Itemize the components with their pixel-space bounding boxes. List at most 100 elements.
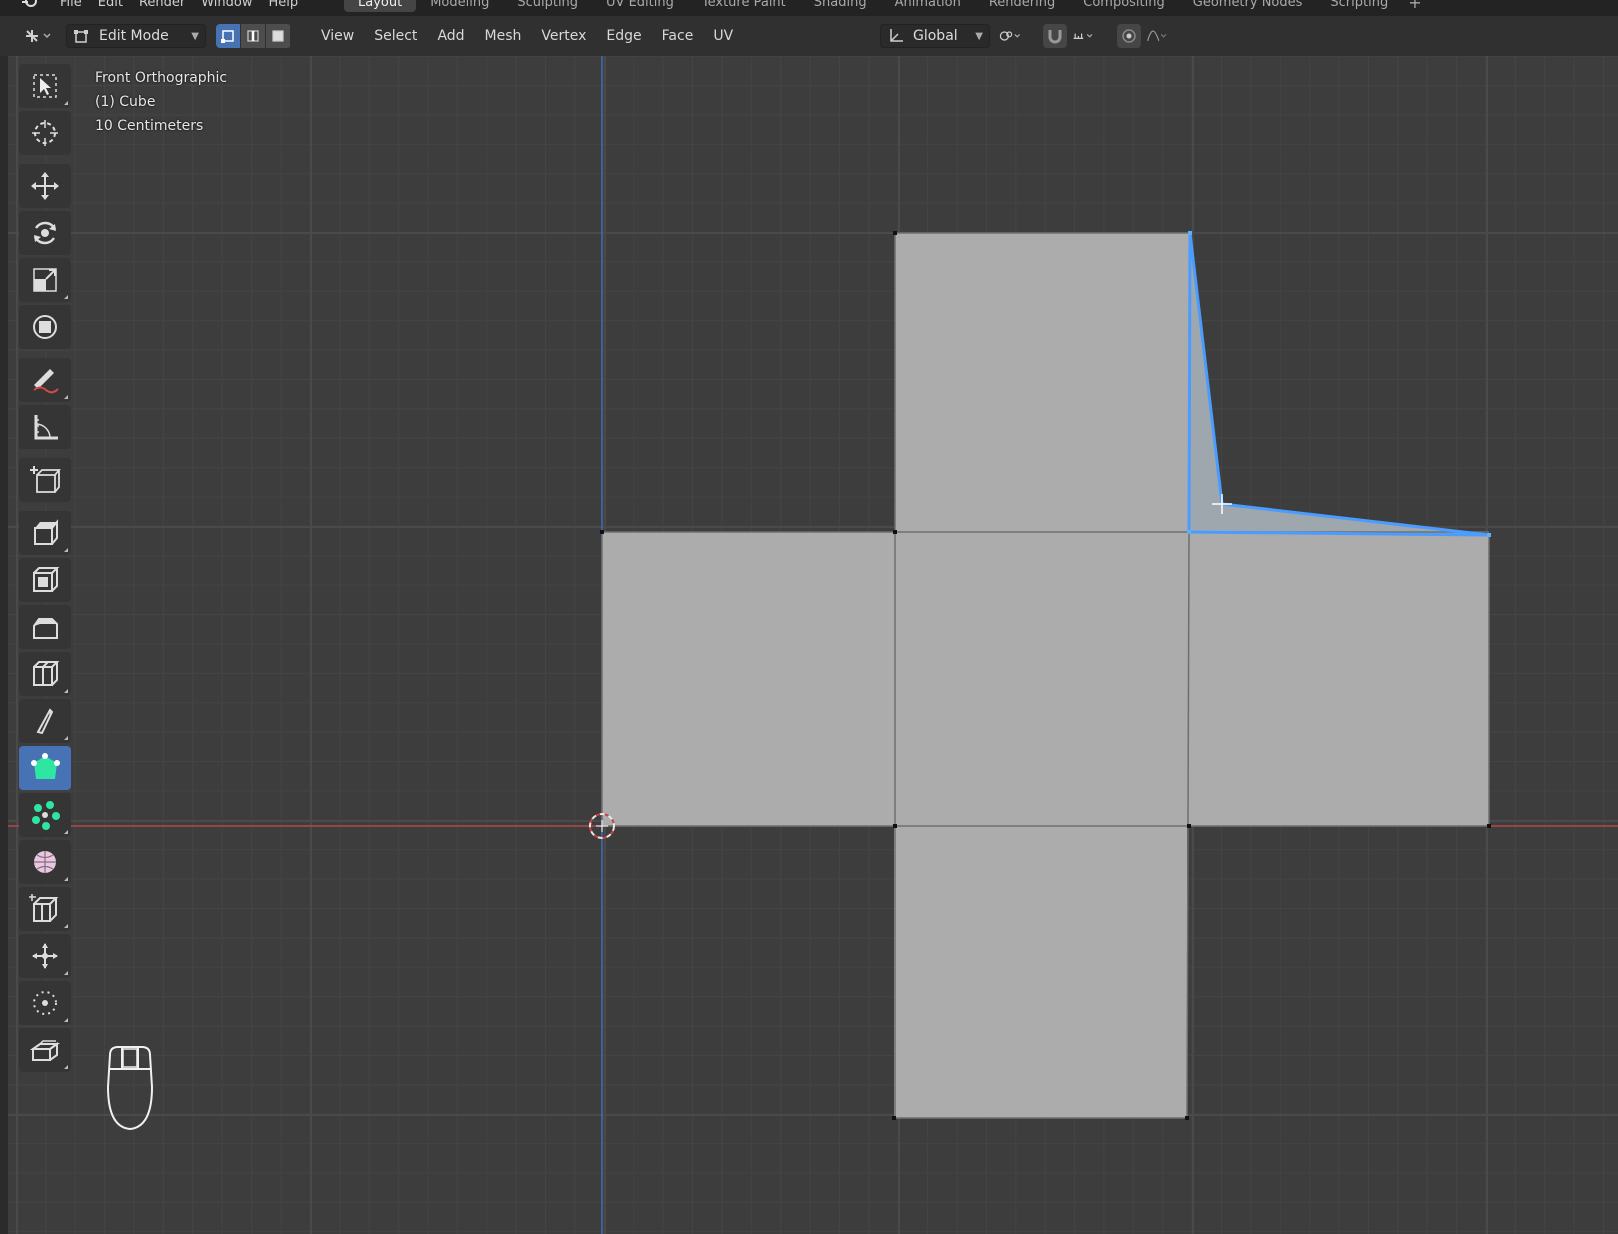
spin-tool[interactable] — [19, 793, 71, 837]
menu-add[interactable]: Add — [427, 28, 474, 44]
knife-icon — [36, 708, 54, 735]
snap-target-dropdown[interactable] — [1072, 24, 1096, 48]
tab-scripting[interactable]: Scripting — [1316, 0, 1402, 12]
face-select-button[interactable] — [266, 24, 290, 48]
mode-label: Edit Mode — [99, 28, 169, 44]
menu-edge[interactable]: Edge — [596, 28, 651, 44]
scale-icon — [33, 268, 57, 292]
edge-select-icon — [247, 30, 259, 42]
proportional-edit-toggle[interactable] — [1117, 24, 1141, 48]
select-box-tool[interactable] — [19, 64, 71, 108]
top-menu: File Edit Render Window Help — [0, 0, 314, 12]
blender-logo-icon[interactable] — [18, 0, 40, 12]
transform-orientation-dropdown[interactable]: Global ▼ — [880, 24, 990, 48]
snap-increment-icon — [1073, 33, 1093, 39]
annotate-tool[interactable] — [19, 358, 71, 402]
rotate-icon — [33, 221, 57, 245]
tab-texture-paint[interactable]: Texture Paint — [688, 0, 800, 12]
select-box-icon — [33, 74, 57, 98]
scale-tool[interactable] — [19, 258, 71, 302]
extrude-region-icon — [34, 519, 58, 545]
tab-geometry-nodes[interactable]: Geometry Nodes — [1179, 0, 1317, 12]
falloff-dropdown[interactable] — [1146, 24, 1170, 48]
shear-tool[interactable] — [19, 981, 71, 1025]
pivot-link-icon — [999, 31, 1021, 41]
menu-render[interactable]: Render — [139, 0, 201, 10]
tab-sculpting[interactable]: Sculpting — [503, 0, 592, 12]
poly-build-tool[interactable] — [19, 746, 71, 790]
poly-build-icon — [31, 753, 60, 779]
face-select-icon — [272, 30, 284, 42]
rotate-tool[interactable] — [19, 211, 71, 255]
tool-shelf — [18, 64, 72, 1075]
object-name: (1) Cube — [95, 94, 156, 110]
measure-tool[interactable] — [19, 405, 71, 449]
menu-edit[interactable]: Edit — [98, 0, 139, 10]
menu-view[interactable]: View — [311, 28, 364, 44]
tab-modeling[interactable]: Modeling — [416, 0, 503, 12]
transform-tool[interactable] — [19, 305, 71, 349]
knife-tool[interactable] — [19, 699, 71, 743]
mesh-face-top[interactable] — [895, 233, 1190, 534]
mode-dropdown[interactable]: Edit Mode ▼ — [66, 24, 206, 48]
edge-select-button[interactable] — [241, 24, 265, 48]
menu-help[interactable]: Help — [269, 0, 315, 10]
menu-uv[interactable]: UV — [703, 28, 743, 44]
chevron-down-icon: ▼ — [191, 30, 199, 42]
select-mode-group — [216, 24, 291, 48]
loop-cut-tool[interactable] — [19, 652, 71, 696]
shrink-fatten-tool[interactable] — [19, 934, 71, 978]
mesh-face-center[interactable] — [895, 532, 1189, 826]
editor-type-icon — [26, 30, 51, 42]
tab-compositing[interactable]: Compositing — [1069, 0, 1179, 12]
left-border — [0, 56, 8, 1234]
menu-face[interactable]: Face — [652, 28, 704, 44]
inset-faces-tool[interactable] — [19, 558, 71, 602]
smooth-tool[interactable] — [19, 840, 71, 884]
proportional-edit-icon — [1122, 29, 1136, 43]
menu-window[interactable]: Window — [201, 0, 268, 10]
menu-select[interactable]: Select — [364, 28, 427, 44]
cursor-tool[interactable] — [19, 111, 71, 155]
add-cube-tool[interactable] — [19, 458, 71, 502]
transform-icon — [33, 315, 57, 339]
mesh-face-right[interactable] — [1189, 532, 1489, 826]
rip-region-tool[interactable] — [19, 1028, 71, 1072]
edge-slide-icon — [29, 894, 59, 922]
add-workspace-button[interactable]: + — [1402, 0, 1427, 12]
rip-region-icon — [29, 1040, 61, 1061]
tab-layout[interactable]: Layout — [344, 0, 417, 12]
move-icon — [31, 172, 59, 200]
edge-slide-tool[interactable] — [19, 887, 71, 931]
menu-vertex[interactable]: Vertex — [531, 28, 596, 44]
mesh-face-bottom[interactable] — [894, 826, 1187, 1118]
snap-toggle[interactable] — [1043, 24, 1067, 48]
falloff-curve-icon — [1147, 30, 1167, 41]
header-menus: View Select Add Mesh Vertex Edge Face UV — [311, 28, 743, 44]
orientation-label: Global — [913, 28, 958, 44]
vertex-select-icon — [221, 30, 234, 43]
move-tool[interactable] — [19, 164, 71, 208]
tab-uv-editing[interactable]: UV Editing — [592, 0, 688, 12]
vertex-select-button[interactable] — [216, 24, 240, 48]
tab-animation[interactable]: Animation — [881, 0, 975, 12]
magnet-icon — [1048, 30, 1062, 44]
add-cube-icon — [30, 466, 61, 493]
menu-mesh[interactable]: Mesh — [475, 28, 532, 44]
tab-rendering[interactable]: Rendering — [975, 0, 1069, 12]
orientation-axes-icon — [890, 29, 903, 42]
mesh-face-left[interactable] — [602, 532, 895, 826]
chevron-down-icon: ▼ — [975, 30, 983, 42]
extrude-region-tool[interactable] — [19, 511, 71, 555]
workspace-tabs: Layout Modeling Sculpting UV Editing Tex… — [344, 0, 1428, 12]
pivot-point-button[interactable] — [998, 24, 1022, 48]
bevel-tool[interactable] — [19, 605, 71, 649]
menu-file[interactable]: File — [60, 0, 98, 10]
top-bar: File Edit Render Window Help Layout Mode… — [0, 0, 1618, 16]
editor-type-button[interactable] — [18, 24, 58, 48]
grid-scale: 10 Centimeters — [95, 118, 204, 134]
loop-cut-icon — [33, 661, 60, 686]
tab-shading[interactable]: Shading — [800, 0, 881, 12]
mouse-hint-icon — [100, 1043, 160, 1135]
view-name: Front Orthographic — [95, 70, 228, 86]
